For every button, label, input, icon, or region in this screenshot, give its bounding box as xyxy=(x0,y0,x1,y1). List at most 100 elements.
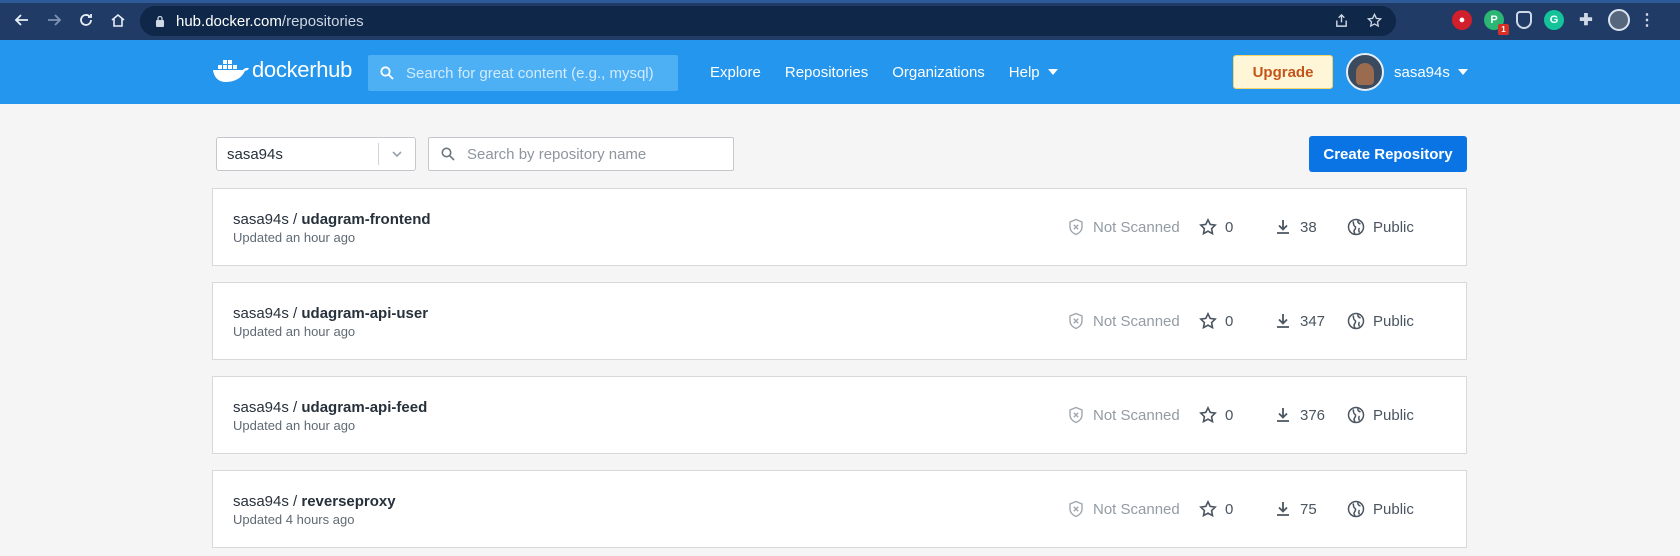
download-icon xyxy=(1277,502,1289,516)
visibility: Public xyxy=(1347,312,1414,330)
user-menu[interactable]: sasa94s xyxy=(1346,53,1468,91)
globe-icon xyxy=(1347,500,1365,518)
repository-card[interactable]: sasa94s / udagram-api-user Updated an ho… xyxy=(212,282,1467,360)
nav-repositories[interactable]: Repositories xyxy=(785,64,868,81)
scan-status: Not Scanned xyxy=(1067,406,1180,424)
pull-count: 347 xyxy=(1274,312,1325,330)
docker-whale-icon xyxy=(213,60,249,82)
download-icon xyxy=(1277,314,1289,328)
visibility-label: Public xyxy=(1373,312,1414,330)
repository-updated: Updated an hour ago xyxy=(233,418,356,433)
visibility: Public xyxy=(1347,406,1414,424)
star-value: 0 xyxy=(1225,218,1234,236)
pull-value: 347 xyxy=(1300,312,1326,330)
address-bar[interactable]: hub.docker.com/repositories xyxy=(140,6,1396,36)
nav-explore[interactable]: Explore xyxy=(710,64,761,81)
globe-icon xyxy=(1347,312,1365,330)
repository-title[interactable]: sasa94s / reverseproxy xyxy=(233,493,396,510)
repository-owner: sasa94s / xyxy=(233,305,302,322)
shield-extension-icon[interactable] xyxy=(1516,11,1532,29)
repository-card[interactable]: sasa94s / udagram-frontend Updated an ho… xyxy=(212,188,1467,266)
browser-toolbar: hub.docker.com/repositories ● P1 G ✚ ⋮ xyxy=(0,0,1680,40)
extension-green-icon[interactable]: P1 xyxy=(1484,10,1509,35)
repository-name: udagram-api-user xyxy=(301,305,429,322)
pull-count: 38 xyxy=(1274,218,1317,236)
pull-count: 75 xyxy=(1274,500,1317,518)
repository-card[interactable]: sasa94s / reverseproxy Updated 4 hours a… xyxy=(212,470,1467,548)
star-value: 0 xyxy=(1225,500,1234,518)
download-icon xyxy=(1277,408,1289,422)
repository-name: udagram-api-feed xyxy=(301,399,428,416)
repository-title[interactable]: sasa94s / udagram-api-user xyxy=(233,305,428,322)
visibility: Public xyxy=(1347,500,1414,518)
visibility-label: Public xyxy=(1373,218,1414,236)
globe-icon xyxy=(1347,406,1365,424)
star-count: 0 xyxy=(1199,406,1233,424)
home-icon[interactable] xyxy=(102,4,134,36)
star-icon xyxy=(1199,406,1217,424)
star-count: 0 xyxy=(1199,500,1233,518)
star-value: 0 xyxy=(1225,312,1234,330)
scan-label: Not Scanned xyxy=(1093,406,1180,424)
nav-help-label: Help xyxy=(1008,63,1040,81)
pull-count: 376 xyxy=(1274,406,1325,424)
repository-title[interactable]: sasa94s / udagram-api-feed xyxy=(233,399,427,416)
extension-badge: 1 xyxy=(1498,24,1509,35)
scan-status: Not Scanned xyxy=(1067,312,1180,330)
repository-updated: Updated an hour ago xyxy=(233,230,356,245)
scan-status: Not Scanned xyxy=(1067,218,1180,236)
avatar xyxy=(1346,53,1384,91)
star-value: 0 xyxy=(1225,406,1234,424)
nav-help[interactable]: Help xyxy=(1009,64,1058,81)
repository-card[interactable]: sasa94s / udagram-api-feed Updated an ho… xyxy=(212,376,1467,454)
repository-search-input[interactable] xyxy=(467,145,717,163)
shield-x-icon xyxy=(1069,406,1083,424)
upgrade-button[interactable]: Upgrade xyxy=(1233,55,1333,89)
username: sasa94s xyxy=(1394,63,1450,81)
star-icon xyxy=(1199,500,1217,518)
search-icon xyxy=(441,147,455,161)
logo-word-hub: hub xyxy=(316,57,353,82)
repository-search[interactable] xyxy=(428,137,734,171)
repository-name: udagram-frontend xyxy=(301,211,431,228)
star-icon xyxy=(1199,218,1217,236)
scan-label: Not Scanned xyxy=(1093,500,1180,518)
scan-label: Not Scanned xyxy=(1093,218,1180,236)
repository-updated: Updated 4 hours ago xyxy=(233,512,355,527)
shield-x-icon xyxy=(1069,500,1083,518)
pull-value: 75 xyxy=(1300,500,1317,518)
global-search-input[interactable] xyxy=(406,64,666,82)
create-repository-button[interactable]: Create Repository xyxy=(1309,136,1467,172)
repository-title[interactable]: sasa94s / udagram-frontend xyxy=(233,211,431,228)
star-count: 0 xyxy=(1199,312,1233,330)
repository-name: reverseproxy xyxy=(301,493,396,510)
puzzle-icon[interactable]: ✚ xyxy=(1576,10,1596,30)
download-icon xyxy=(1277,220,1289,234)
visibility-label: Public xyxy=(1373,500,1414,518)
share-icon[interactable] xyxy=(1334,13,1349,28)
extension-red-icon[interactable]: ● xyxy=(1452,10,1472,30)
repository-updated: Updated an hour ago xyxy=(233,324,356,339)
visibility-label: Public xyxy=(1373,406,1414,424)
grammarly-icon[interactable]: G xyxy=(1544,10,1564,30)
reload-icon[interactable] xyxy=(70,4,102,36)
profile-avatar[interactable] xyxy=(1608,9,1630,31)
back-arrow-icon[interactable] xyxy=(6,4,38,36)
namespace-select[interactable]: sasa94s xyxy=(216,137,416,171)
nav-organizations[interactable]: Organizations xyxy=(892,64,985,81)
url-text: hub.docker.com/repositories xyxy=(176,12,364,30)
bookmark-star-icon[interactable] xyxy=(1367,13,1382,28)
scan-label: Not Scanned xyxy=(1093,312,1180,330)
forward-arrow-icon[interactable] xyxy=(38,4,70,36)
chevron-down-icon xyxy=(1457,69,1468,75)
scan-status: Not Scanned xyxy=(1067,500,1180,518)
global-search[interactable] xyxy=(368,55,678,91)
lock-icon xyxy=(156,15,164,27)
dockerhub-logo[interactable]: dockerhub xyxy=(212,56,352,84)
chevron-down-icon xyxy=(379,147,415,161)
namespace-value: sasa94s xyxy=(227,145,283,163)
repository-owner: sasa94s / xyxy=(233,493,302,510)
pull-value: 38 xyxy=(1300,218,1317,236)
globe-icon xyxy=(1347,218,1365,236)
kebab-menu-icon[interactable]: ⋮ xyxy=(1639,10,1655,30)
